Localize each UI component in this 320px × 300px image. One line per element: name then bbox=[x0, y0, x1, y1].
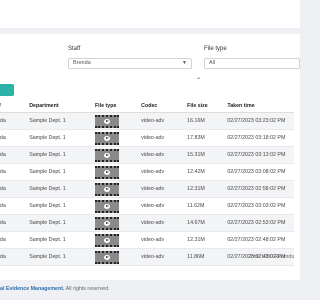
chevron-down-icon[interactable]: ⌄ bbox=[196, 74, 201, 81]
file-size-cell: 12.31M bbox=[187, 180, 228, 198]
taken-time-cell: 02/27/2023 03:23:02 PM bbox=[227, 112, 294, 130]
department-cell: Sample Dept. 1 bbox=[29, 129, 95, 147]
staff-cell: enda bbox=[0, 163, 30, 181]
file-type-cell bbox=[94, 214, 142, 232]
footer: al Evidence Management. All rights reser… bbox=[0, 286, 110, 292]
file-type-cell bbox=[94, 163, 142, 181]
staff-cell: enda bbox=[0, 231, 30, 249]
staff-cell: enda bbox=[0, 248, 30, 266]
file-size-cell: 12.42M bbox=[187, 163, 228, 181]
taken-time-cell: 02/27/2023 03:03:02 PM bbox=[227, 197, 294, 215]
file-size-cell: 17.83M bbox=[187, 129, 228, 147]
total-records: Total 1050 Records bbox=[248, 254, 294, 260]
department-cell: Sample Dept. 1 bbox=[29, 146, 95, 164]
file-type-filter-label: File type bbox=[204, 46, 227, 52]
top-bar bbox=[0, 0, 300, 28]
column-header-department: Department bbox=[29, 100, 95, 113]
video-thumbnail-icon[interactable] bbox=[94, 216, 119, 230]
footer-brand: al Evidence Management. bbox=[0, 286, 65, 292]
department-cell: Sample Dept. 1 bbox=[29, 231, 95, 249]
column-header-codec: Codec bbox=[141, 100, 188, 113]
file-type-cell bbox=[94, 112, 142, 130]
dropdown-arrow-icon: ▼ bbox=[182, 60, 187, 66]
codec-cell: video-adv bbox=[141, 129, 188, 147]
codec-cell: video-adv bbox=[141, 197, 188, 215]
codec-cell: video-adv bbox=[141, 146, 188, 164]
video-thumbnail-icon[interactable] bbox=[94, 182, 119, 196]
staff-cell: enda bbox=[0, 214, 30, 232]
file-size-cell: 11.62M bbox=[187, 197, 228, 215]
column-header-file-type: File type bbox=[94, 100, 142, 113]
taken-time-cell: 02/27/2023 02:58:02 PM bbox=[227, 180, 294, 198]
staff-filter-label: Staff bbox=[68, 46, 81, 52]
table-row[interactable]: enda Sample Dept. 1 video-adv 12.31M 02/… bbox=[0, 180, 294, 198]
codec-cell: video-adv bbox=[141, 231, 188, 249]
file-size-cell: 15.31M bbox=[187, 146, 228, 164]
video-thumbnail-icon[interactable] bbox=[94, 131, 119, 145]
video-thumbnail-icon[interactable] bbox=[94, 233, 119, 247]
file-type-cell bbox=[94, 197, 142, 215]
department-cell: Sample Dept. 1 bbox=[29, 197, 95, 215]
file-size-cell: 12.31M bbox=[187, 231, 228, 249]
search-button[interactable] bbox=[0, 84, 14, 96]
video-thumbnail-icon[interactable] bbox=[94, 165, 119, 179]
file-type-cell bbox=[94, 231, 142, 249]
video-thumbnail-icon[interactable] bbox=[94, 148, 119, 162]
column-header-taken-time: Taken time bbox=[227, 100, 294, 113]
department-cell: Sample Dept. 1 bbox=[29, 214, 95, 232]
codec-cell: video-adv bbox=[141, 248, 188, 266]
file-type-cell bbox=[94, 146, 142, 164]
table-row[interactable]: enda Sample Dept. 1 video-adv 17.83M 02/… bbox=[0, 129, 294, 147]
staff-cell: enda bbox=[0, 197, 30, 215]
table-row[interactable]: enda Sample Dept. 1 video-adv 14.67M 02/… bbox=[0, 214, 294, 232]
taken-time-cell: 02/27/2023 02:53:02 PM bbox=[227, 214, 294, 232]
file-type-select[interactable]: All bbox=[204, 58, 300, 69]
column-header-staff: off bbox=[0, 100, 30, 113]
staff-cell: enda bbox=[0, 112, 30, 130]
file-size-cell: 14.67M bbox=[187, 214, 228, 232]
codec-cell: video-adv bbox=[141, 214, 188, 232]
file-type-select-value: All bbox=[209, 60, 216, 66]
taken-time-cell: 02/27/2023 03:18:02 PM bbox=[227, 129, 294, 147]
video-thumbnail-icon[interactable] bbox=[94, 250, 119, 264]
footer-rights: All rights reserved. bbox=[64, 286, 110, 292]
video-thumbnail-icon[interactable] bbox=[94, 114, 119, 128]
department-cell: Sample Dept. 1 bbox=[29, 112, 95, 130]
taken-time-cell: 02/27/2023 02:48:02 PM bbox=[227, 231, 294, 249]
table-row[interactable]: enda Sample Dept. 1 video-adv 12.42M 02/… bbox=[0, 163, 294, 181]
staff-cell: enda bbox=[0, 180, 30, 198]
codec-cell: video-adv bbox=[141, 112, 188, 130]
evidence-table: off Department File type Codec File size… bbox=[0, 100, 294, 266]
table-row[interactable]: enda Sample Dept. 1 video-adv 16.16M 02/… bbox=[0, 112, 294, 130]
staff-cell: enda bbox=[0, 129, 30, 147]
taken-time-cell: 02/27/2023 03:13:02 PM bbox=[227, 146, 294, 164]
codec-cell: video-adv bbox=[141, 180, 188, 198]
file-size-cell: 11.86M bbox=[187, 248, 228, 266]
table-row[interactable]: enda Sample Dept. 1 video-adv 12.31M 02/… bbox=[0, 231, 294, 249]
staff-select[interactable]: Brenda ▼ bbox=[68, 58, 192, 69]
table-row[interactable]: enda Sample Dept. 1 video-adv 15.31M 02/… bbox=[0, 146, 294, 164]
staff-select-value: Brenda bbox=[73, 60, 91, 66]
department-cell: Sample Dept. 1 bbox=[29, 163, 95, 181]
column-header-file-size: File size bbox=[187, 100, 228, 113]
file-type-cell bbox=[94, 129, 142, 147]
table-row[interactable]: enda Sample Dept. 1 video-adv 11.62M 02/… bbox=[0, 197, 294, 215]
table-header-row: off Department File type Codec File size… bbox=[0, 100, 294, 113]
taken-time-cell: 02/27/2023 03:08:02 PM bbox=[227, 163, 294, 181]
video-thumbnail-icon[interactable] bbox=[94, 199, 119, 213]
file-type-cell bbox=[94, 180, 142, 198]
department-cell: Sample Dept. 1 bbox=[29, 248, 95, 266]
department-cell: Sample Dept. 1 bbox=[29, 180, 95, 198]
staff-cell: enda bbox=[0, 146, 30, 164]
file-type-cell bbox=[94, 248, 142, 266]
codec-cell: video-adv bbox=[141, 163, 188, 181]
file-size-cell: 16.16M bbox=[187, 112, 228, 130]
